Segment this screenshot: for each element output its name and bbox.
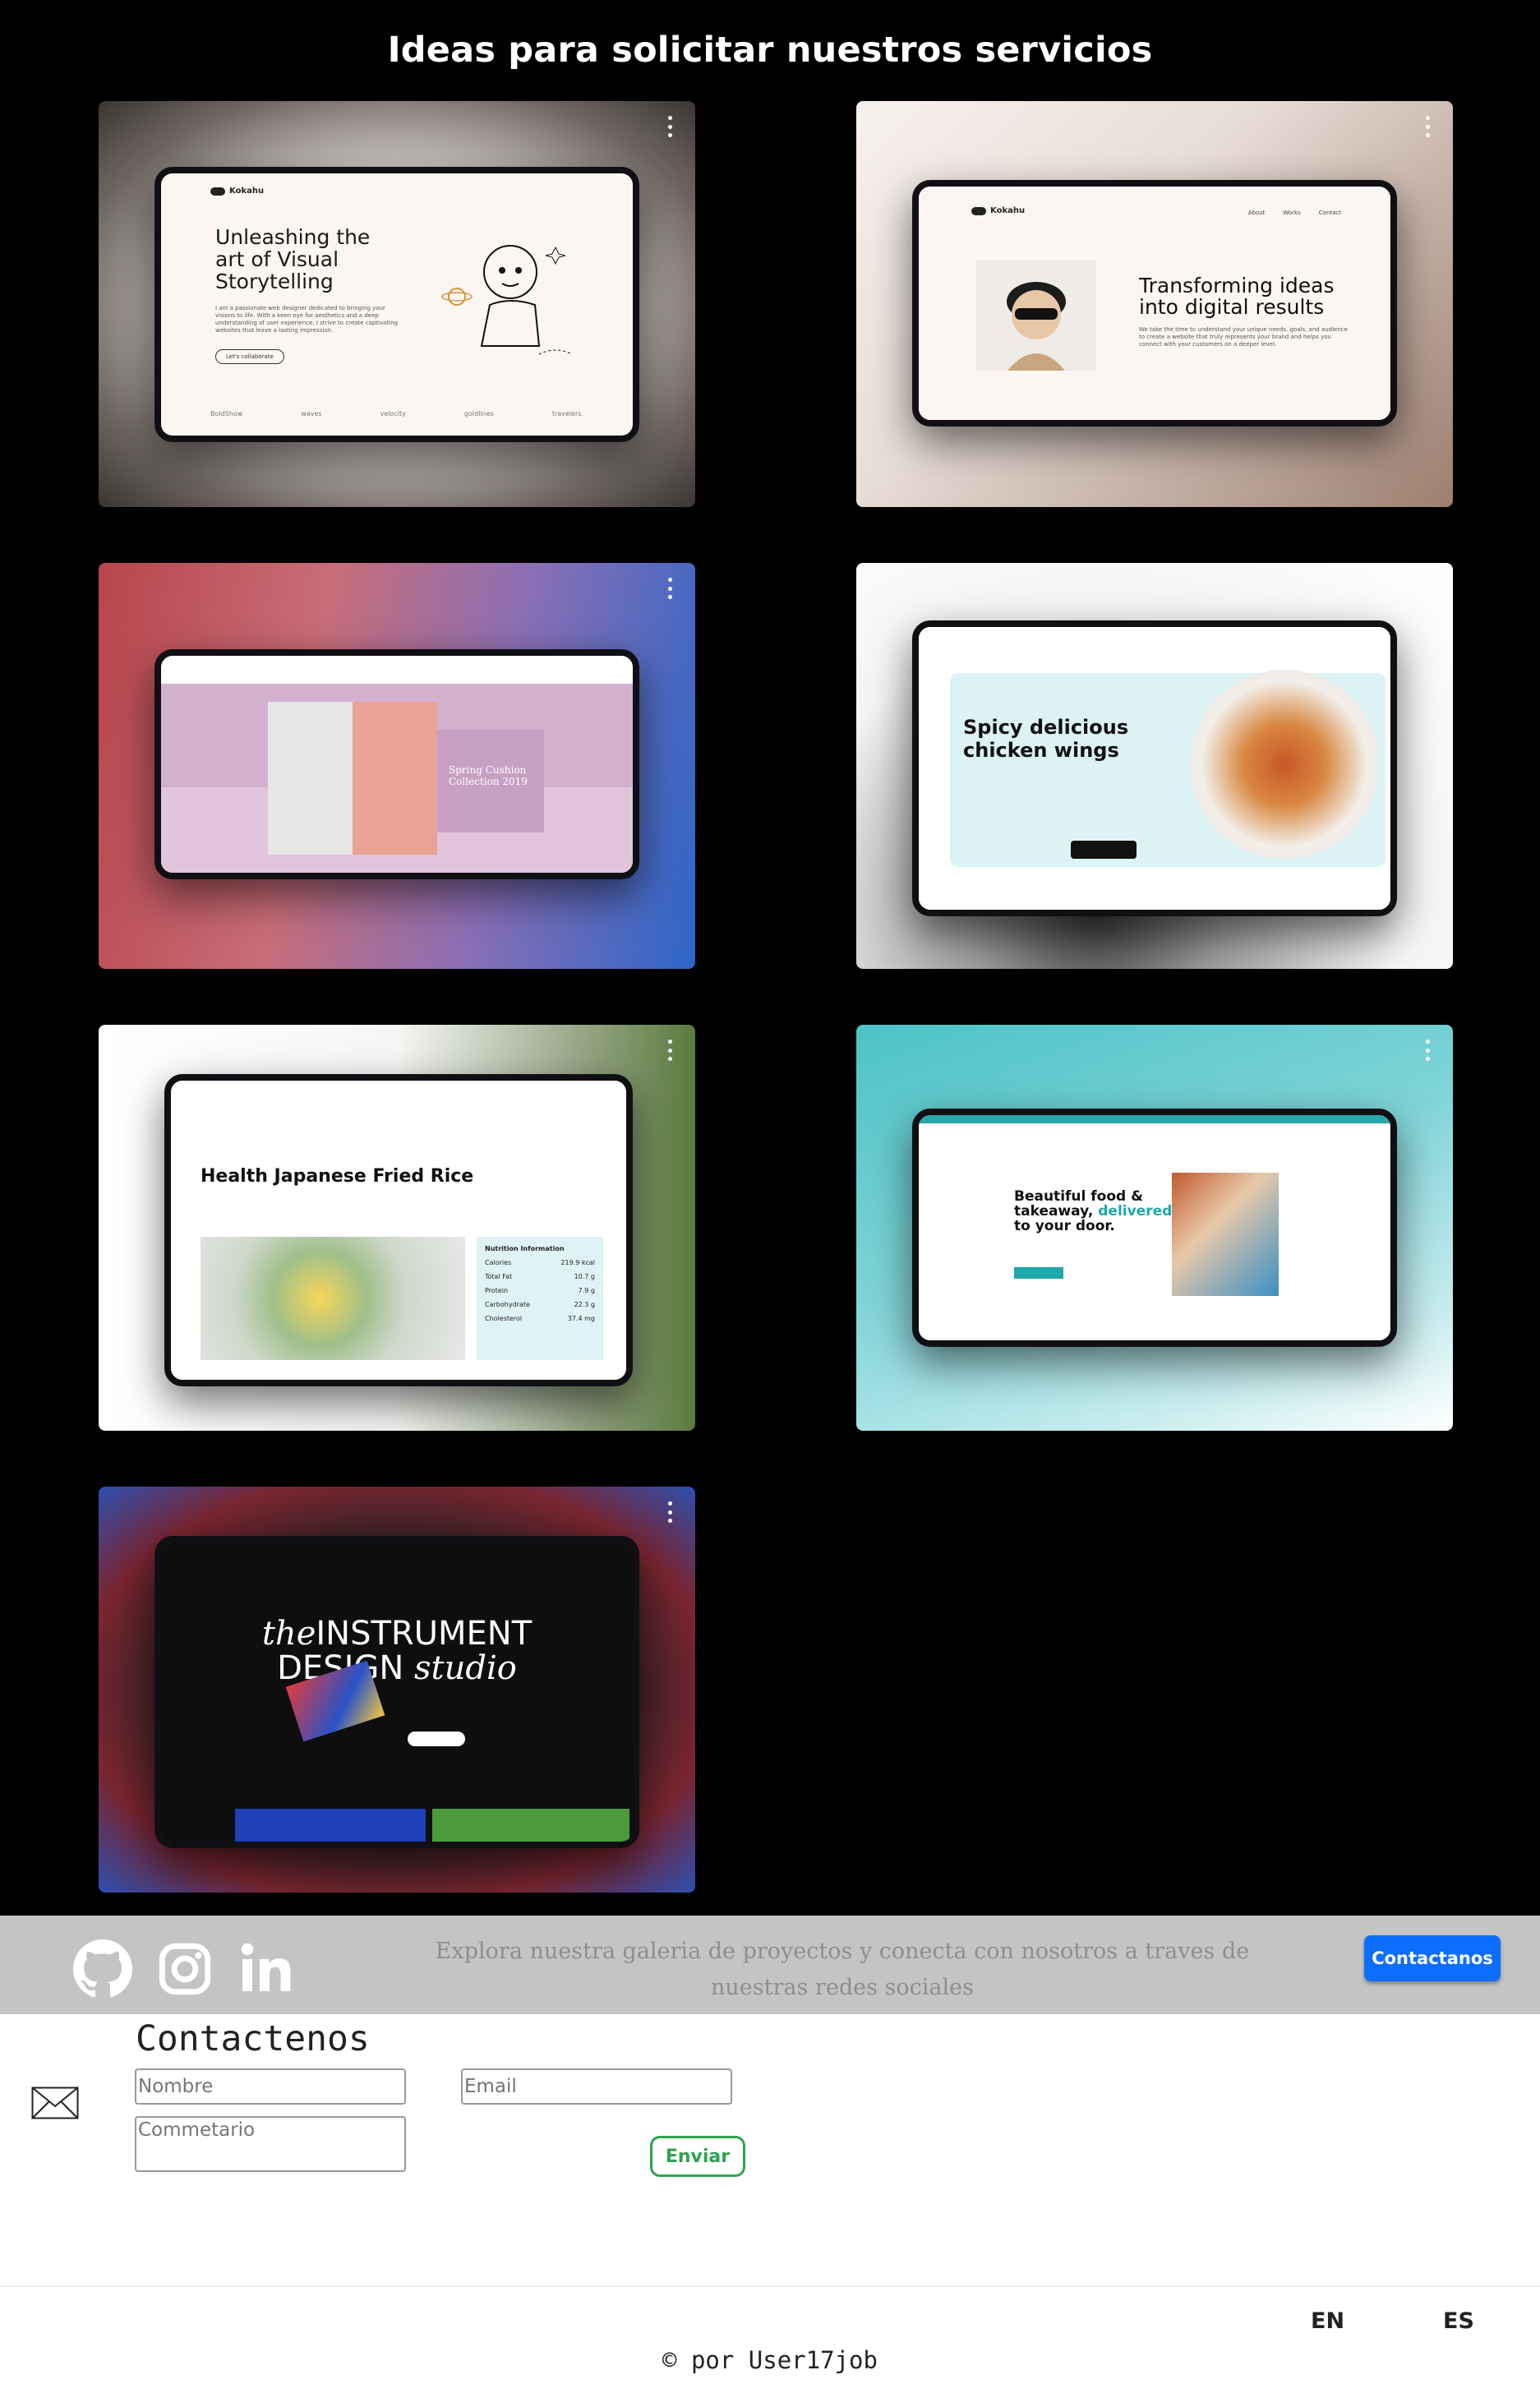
linkedin-icon[interactable]: [237, 1939, 297, 1999]
enviar-button[interactable]: Enviar: [650, 2136, 745, 2177]
card-preview-2: Kokahu About Works Contact Transforming …: [912, 180, 1397, 427]
preview-nav: About Works Contact: [1247, 210, 1341, 216]
preview-headline: Transforming ideas into digital results: [1139, 274, 1335, 319]
comentario-field[interactable]: [135, 2116, 406, 2172]
gallery-card-4[interactable]: Spicy delicious chicken wings: [856, 563, 1453, 969]
preview-headline: Health Japanese Fried Rice: [201, 1166, 474, 1187]
preview-button: [408, 1732, 465, 1746]
gallery-card-7[interactable]: theINSTRUMENT DESIGN studio: [99, 1487, 695, 1893]
card-preview-1: Kokahu Unleashing the art of Visual Stor…: [154, 167, 639, 442]
gallery-card-5[interactable]: Health Japanese Fried Rice Nutrition Inf…: [99, 1025, 695, 1431]
contact-section: Contactenos Enviar EN ES © por User17job: [0, 2014, 1540, 2384]
preview-cta: Let's collaborate: [215, 349, 284, 364]
card-preview-5: Health Japanese Fried Rice Nutrition Inf…: [164, 1074, 633, 1386]
preview-top-bar: [919, 1115, 1390, 1123]
food-delivery-image: [1172, 1173, 1279, 1296]
contactanos-button[interactable]: Contactanos: [1364, 1935, 1501, 1981]
preview-tile-blue: [235, 1809, 426, 1842]
nutrition-panel: Nutrition Information Calories 219.9 kcal…: [477, 1237, 603, 1360]
preview-tile-green: [432, 1809, 629, 1842]
gallery-card-3[interactable]: Spring Cushion Collection 2019: [99, 563, 695, 969]
avatar-3d-icon: [976, 261, 1096, 371]
astronaut-illustration-icon: [441, 245, 573, 355]
preview-logo: Kokahu: [971, 206, 1025, 215]
preview-logo: Kokahu: [210, 187, 264, 196]
social-bar: Explora nuestra galeria de proyectos y c…: [0, 1916, 1540, 2014]
preview-body: We take the time to understand your uniq…: [1139, 326, 1348, 348]
divider: [0, 2285, 1540, 2287]
preview-headline: theINSTRUMENT DESIGN studio: [261, 1615, 533, 1687]
gallery-title: Ideas para solicitar nuestros servicios: [387, 30, 1153, 71]
social-icons: [72, 1939, 297, 1999]
card-preview-7: theINSTRUMENT DESIGN studio: [154, 1536, 639, 1848]
fried-rice-image: [201, 1237, 465, 1360]
page: Ideas para solicitar nuestros servicios …: [0, 0, 1540, 2384]
gallery-card-1[interactable]: Kokahu Unleashing the art of Visual Stor…: [99, 101, 695, 507]
social-description: Explora nuestra galeria de proyectos y c…: [435, 1939, 1250, 2000]
mail-icon: [31, 2087, 79, 2119]
card-preview-4: Spicy delicious chicken wings: [912, 620, 1397, 916]
chicken-wings-image: [1190, 670, 1379, 859]
card-preview-3: Spring Cushion Collection 2019: [154, 649, 639, 879]
email-field[interactable]: [461, 2068, 732, 2105]
preview-headline: Beautiful food & takeaway, delivered to …: [1014, 1188, 1173, 1234]
more-options-icon[interactable]: [666, 1040, 674, 1061]
instagram-icon[interactable]: [154, 1939, 215, 1999]
more-options-icon[interactable]: [1423, 1040, 1432, 1061]
preview-brand-list: BoldShow waves velocity goldlines travel…: [210, 410, 583, 417]
github-icon[interactable]: [72, 1939, 133, 1999]
more-options-icon[interactable]: [666, 1501, 674, 1523]
footer-credit: © por User17job: [662, 2346, 878, 2374]
lang-en-link[interactable]: EN: [1311, 2308, 1344, 2334]
preview-headline: Unleashing the art of Visual Storytellin…: [215, 225, 371, 293]
gallery-card-2[interactable]: Kokahu About Works Contact Transforming …: [856, 101, 1453, 507]
contact-title: Contactenos: [136, 2018, 370, 2059]
lang-es-link[interactable]: ES: [1443, 2308, 1474, 2334]
cushion-image: [268, 702, 437, 855]
gallery-card-6[interactable]: Beautiful food & takeaway, delivered to …: [856, 1025, 1453, 1431]
more-options-icon[interactable]: [1423, 578, 1432, 599]
preview-button: [1071, 841, 1137, 859]
more-options-icon[interactable]: [666, 116, 674, 137]
more-options-icon[interactable]: [1423, 116, 1432, 137]
preview-headline: Spicy delicious chicken wings: [963, 716, 1129, 762]
preview-button: [1014, 1267, 1063, 1279]
more-options-icon[interactable]: [666, 578, 674, 599]
card-preview-6: Beautiful food & takeaway, delivered to …: [912, 1109, 1397, 1347]
nombre-field[interactable]: [135, 2068, 406, 2105]
preview-body: I am a passionate web designer dedicated…: [215, 305, 398, 334]
preview-headline: Spring Cushion Collection 2019: [437, 730, 544, 832]
